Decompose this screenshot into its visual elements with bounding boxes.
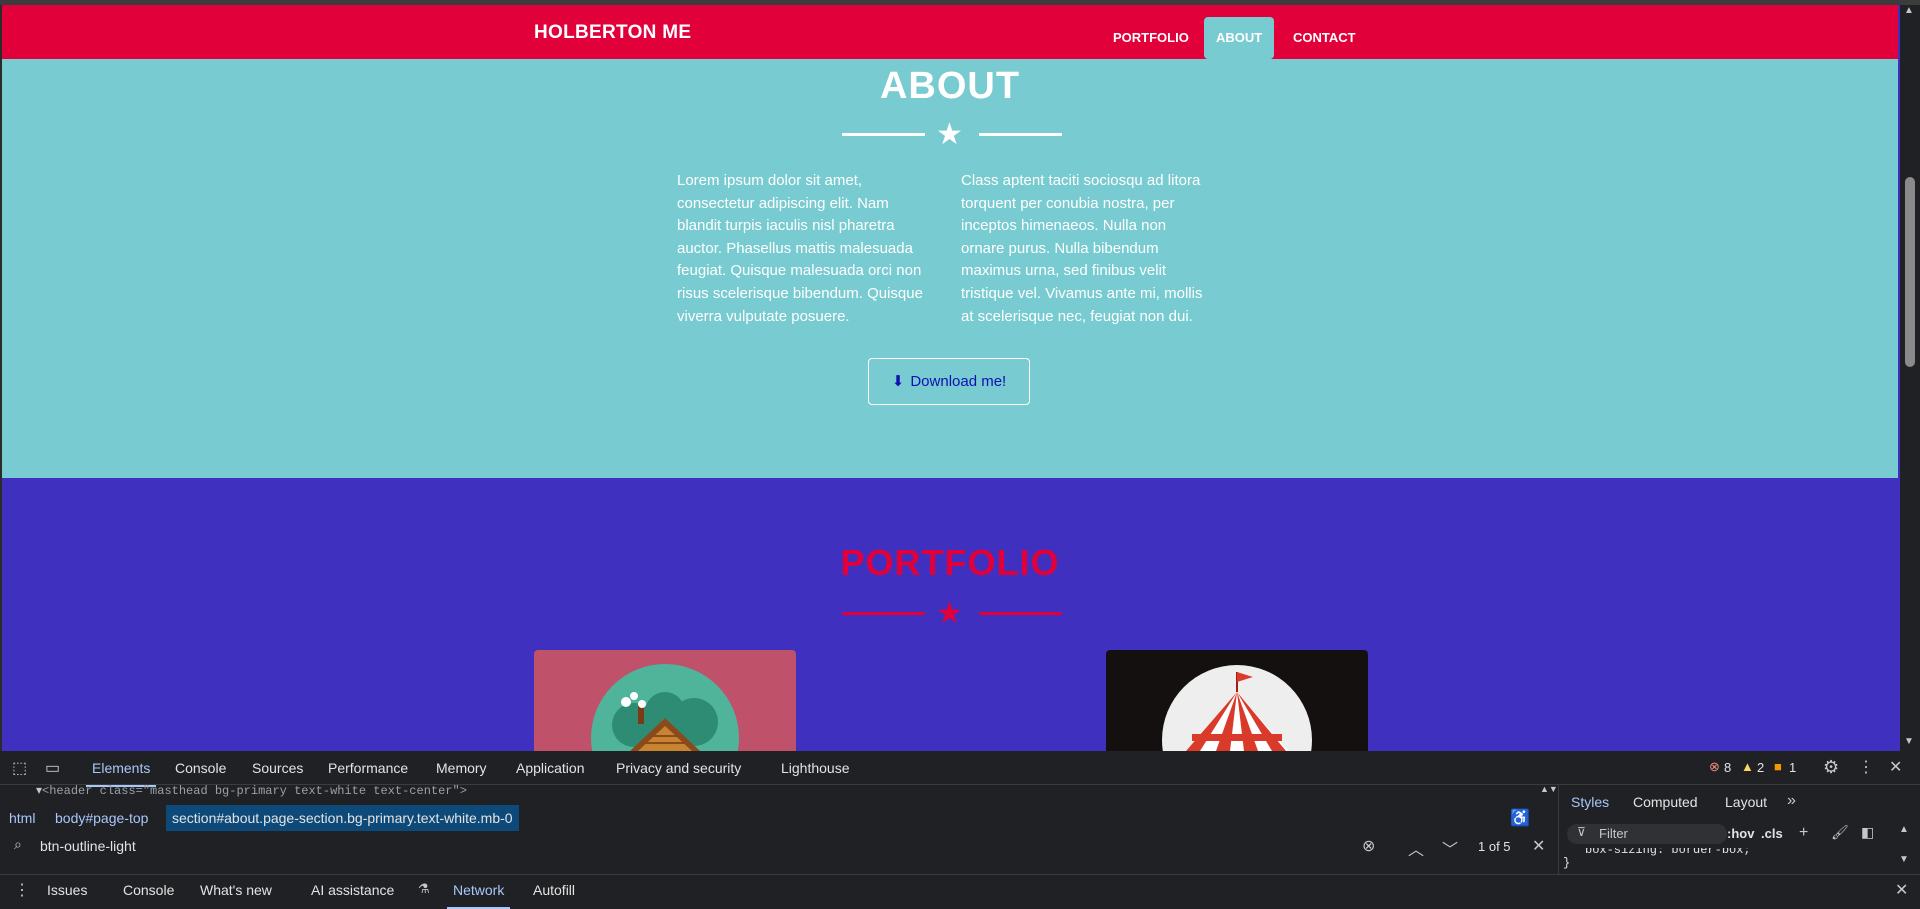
filter-icon: ⊽ xyxy=(1577,825,1586,839)
clear-search-icon[interactable]: ⊗ xyxy=(1362,836,1375,856)
tab-performance[interactable]: Performance xyxy=(328,760,408,776)
hov-toggle[interactable]: :hov xyxy=(1727,826,1754,841)
about-paragraph-right: Class aptent taciti sociosqu ad litora t… xyxy=(961,172,1203,325)
styles-pane: Styles Computed Layout » ⊽ Filter :hov .… xyxy=(1558,784,1920,874)
next-match-icon[interactable]: ﹀ xyxy=(1442,836,1458,860)
drawer-tab-issues[interactable]: Issues xyxy=(47,882,87,898)
breadcrumb-body[interactable]: body#page-top xyxy=(49,805,154,831)
devtools-drawer-tabbar: ⋮ Issues Console What's new AI assistanc… xyxy=(0,874,1920,909)
styles-scroll-down-icon[interactable]: ▼ xyxy=(1899,854,1909,865)
previous-match-icon[interactable]: ︿ xyxy=(1408,836,1424,860)
nav-link-portfolio[interactable]: PORTFOLIO xyxy=(1101,17,1201,59)
about-section: ABOUT ★ Lorem ipsum dolor sit amet, cons… xyxy=(2,59,1898,478)
portfolio-title: PORTFOLIO xyxy=(840,542,1060,583)
circus-tent-icon xyxy=(1162,665,1312,751)
page-scrollbar[interactable]: ▲ ▼ xyxy=(1900,5,1920,751)
about-title: ABOUT xyxy=(879,65,1021,107)
more-options-icon[interactable]: ⋮ xyxy=(1858,757,1874,777)
scroll-up-icon[interactable]: ▲ xyxy=(1904,5,1914,16)
star-icon: ★ xyxy=(936,597,963,630)
drawer-menu-icon[interactable]: ⋮ xyxy=(14,880,30,900)
sidebar-toggle-icon[interactable]: ◧ xyxy=(1861,824,1874,841)
more-tabs-icon[interactable]: » xyxy=(1787,792,1796,810)
tab-lighthouse[interactable]: Lighthouse xyxy=(781,760,850,776)
dom-scroll-arrows-icon[interactable]: ▲▼ xyxy=(1540,784,1558,794)
devtools-search-bar: ⌕ btn-outline-light ⊗ ︿ ﹀ 1 of 5 ✕ xyxy=(0,833,1560,861)
divider-line-left xyxy=(842,133,925,136)
breadcrumb-html[interactable]: html xyxy=(3,805,41,831)
download-label: Download me! xyxy=(910,373,1007,390)
tab-layout[interactable]: Layout xyxy=(1725,794,1767,810)
flask-icon: ⚗ xyxy=(418,881,430,896)
style-rule-close: } xyxy=(1563,856,1571,870)
close-search-icon[interactable]: ✕ xyxy=(1532,836,1545,856)
scrollbar-thumb[interactable] xyxy=(1905,177,1915,367)
cabin-icon xyxy=(591,664,739,751)
dom-node-text: <header class="masthead bg-primary text-… xyxy=(42,784,467,798)
drawer-tab-network[interactable]: Network xyxy=(446,882,511,909)
inspect-element-icon[interactable]: ⬚ xyxy=(12,758,27,778)
warning-count[interactable]: 2 xyxy=(1757,760,1764,775)
issue-icon[interactable]: ■ xyxy=(1774,759,1782,774)
search-input[interactable]: btn-outline-light xyxy=(40,838,136,854)
add-rule-icon[interactable]: + xyxy=(1799,824,1808,842)
tab-privacy-security[interactable]: Privacy and security xyxy=(616,760,741,776)
drawer-tab-console[interactable]: Console xyxy=(123,882,174,898)
navbar: HOLBERTON ME PORTFOLIO ABOUT CONTACT xyxy=(2,5,1898,59)
download-icon: ⬇ xyxy=(891,373,905,390)
scroll-down-icon[interactable]: ▼ xyxy=(1904,736,1914,747)
paint-brush-icon[interactable]: 🖌 xyxy=(1831,824,1849,841)
tab-computed[interactable]: Computed xyxy=(1633,794,1698,810)
dom-tree-line[interactable]: ▾<header class="masthead bg-primary text… xyxy=(36,784,1536,798)
search-icon: ⌕ xyxy=(14,836,22,852)
drawer-tab-ai-assistance[interactable]: AI assistance xyxy=(311,882,394,898)
error-icon[interactable]: ⊗ xyxy=(1709,759,1720,775)
tab-memory[interactable]: Memory xyxy=(436,760,487,776)
tab-application[interactable]: Application xyxy=(516,760,585,776)
star-icon: ★ xyxy=(936,118,963,151)
style-declaration-clipped: box-sizing: border-box; xyxy=(1585,848,1751,856)
tab-styles[interactable]: Styles xyxy=(1571,794,1609,810)
portfolio-divider: ★ xyxy=(842,599,1062,629)
cls-toggle[interactable]: .cls xyxy=(1761,826,1783,841)
divider-line-right xyxy=(979,133,1062,136)
search-result-count: 1 of 5 xyxy=(1478,839,1511,854)
tab-sources[interactable]: Sources xyxy=(252,760,303,776)
close-devtools-icon[interactable]: ✕ xyxy=(1889,757,1902,777)
accessibility-icon[interactable]: ♿ xyxy=(1510,808,1530,828)
close-drawer-icon[interactable]: ✕ xyxy=(1895,880,1908,900)
device-toolbar-icon[interactable]: ▭ xyxy=(45,758,60,778)
drawer-tab-autofill[interactable]: Autofill xyxy=(533,882,575,898)
divider-line-right xyxy=(979,612,1062,615)
browser-viewport: HOLBERTON ME PORTFOLIO ABOUT CONTACT ABO… xyxy=(0,0,1920,751)
settings-gear-icon[interactable]: ⚙ xyxy=(1823,757,1839,778)
breadcrumb: html body#page-top section#about.page-se… xyxy=(0,805,1560,831)
devtools-panel: ⬚ ▭ Elements Console Sources Performance… xyxy=(0,751,1920,909)
devtools-tabbar: ⬚ ▭ Elements Console Sources Performance… xyxy=(0,751,1920,787)
portfolio-card-cabin[interactable] xyxy=(534,650,796,751)
warning-icon[interactable]: ▲ xyxy=(1741,759,1754,774)
info-count[interactable]: 1 xyxy=(1789,760,1796,775)
portfolio-card-circus[interactable] xyxy=(1106,650,1368,751)
nav-link-about[interactable]: ABOUT xyxy=(1204,17,1275,59)
navbar-brand[interactable]: HOLBERTON ME xyxy=(534,22,691,44)
about-divider: ★ xyxy=(842,120,1062,150)
tab-elements[interactable]: Elements xyxy=(85,760,157,787)
filter-input[interactable]: ⊽ Filter xyxy=(1567,824,1727,844)
drawer-tab-whats-new[interactable]: What's new xyxy=(200,882,272,898)
portfolio-section: PORTFOLIO ★ xyxy=(2,478,1898,751)
divider-line-left xyxy=(842,612,925,615)
styles-scroll-up-icon[interactable]: ▲ xyxy=(1899,824,1909,835)
nav-link-contact[interactable]: CONTACT xyxy=(1281,17,1368,59)
tab-console[interactable]: Console xyxy=(175,760,226,776)
error-count[interactable]: 8 xyxy=(1724,760,1731,775)
download-button[interactable]: ⬇ Download me! xyxy=(868,358,1030,405)
filter-placeholder: Filter xyxy=(1599,826,1628,841)
breadcrumb-section[interactable]: section#about.page-section.bg-primary.te… xyxy=(166,805,519,831)
about-paragraph-left: Lorem ipsum dolor sit amet, consectetur … xyxy=(677,172,923,325)
